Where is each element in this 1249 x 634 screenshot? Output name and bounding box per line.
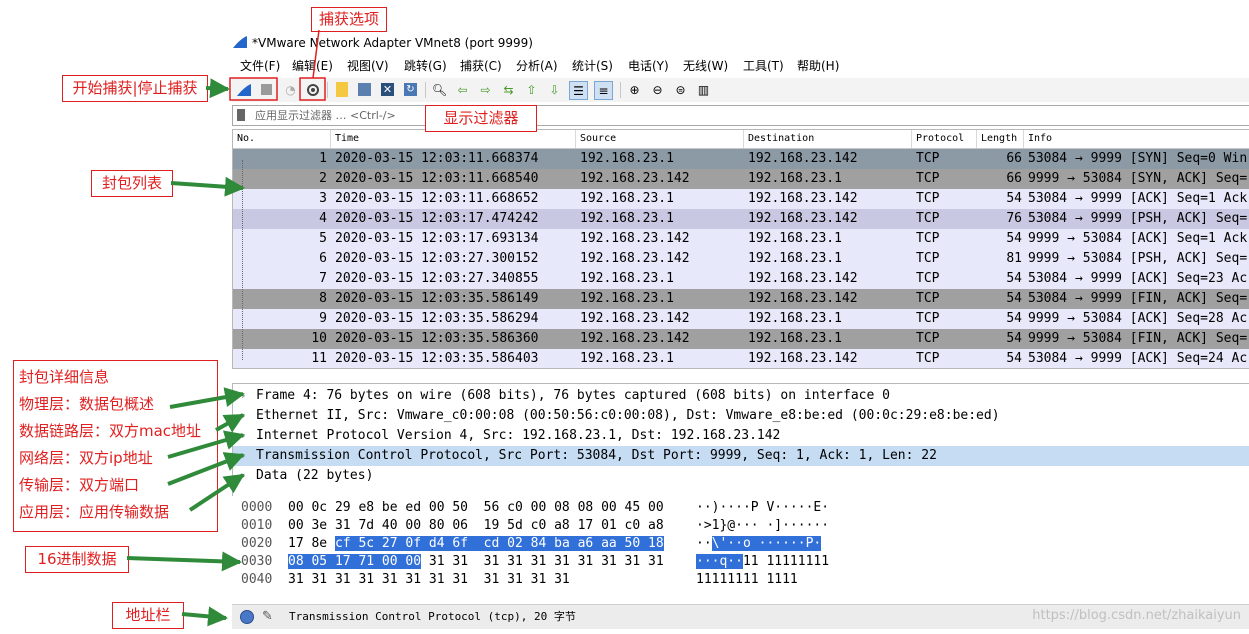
arrow-transport bbox=[167, 452, 245, 486]
capture-options-highlight-box bbox=[299, 77, 326, 101]
arrow-physical bbox=[169, 387, 245, 409]
start-stop-highlight-box bbox=[229, 77, 278, 101]
arrow-network bbox=[167, 430, 245, 459]
arrow-datalink bbox=[215, 413, 245, 433]
arrow-address-bar bbox=[181, 606, 228, 627]
arrow-packet-list bbox=[170, 176, 245, 197]
arrow-hex bbox=[126, 551, 242, 572]
arrow-application bbox=[188, 473, 245, 512]
annotation-arrows bbox=[126, 29, 326, 627]
arrow-start-stop bbox=[205, 78, 230, 99]
